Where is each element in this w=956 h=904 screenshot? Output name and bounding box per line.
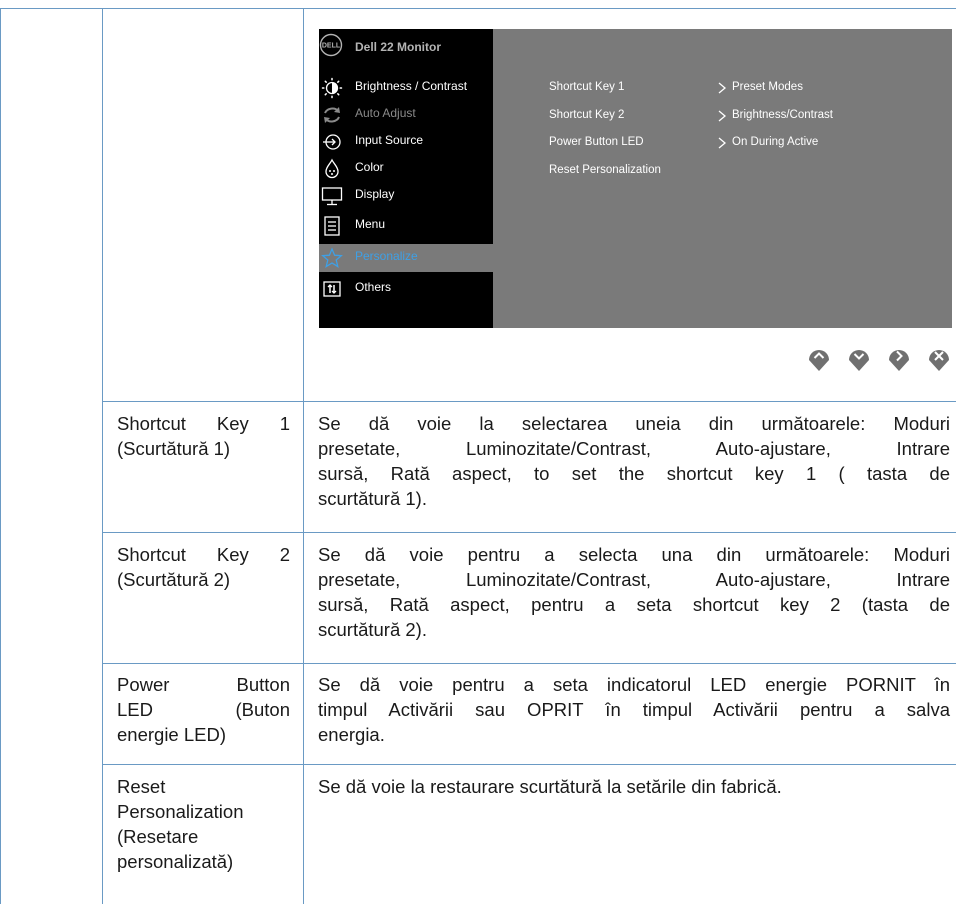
submenu-reset-personalization[interactable]: Reset Personalization [549,164,661,176]
up-icon[interactable] [806,344,832,372]
input-source-icon [323,134,341,150]
menu-item-label: Personalize [355,249,418,263]
desc-line: sursă, Rată aspect, pentru a seta shortc… [318,594,950,615]
menu-item-label: Input Source [355,133,424,147]
menu-item-label: Menu [355,217,386,231]
label-line: Shortcut Key 1 [117,413,290,434]
desc-line: Se dă voie la selectarea uneia din următ… [318,413,950,434]
label-line: energie LED) [117,724,227,745]
svg-text:DELL: DELL [322,43,341,50]
row-divider-1 [102,401,956,402]
submenu-shortcut-key-1[interactable]: Shortcut Key 1 [549,81,624,93]
close-icon[interactable] [926,344,952,372]
menu-item-input-source[interactable]: Input Source [319,128,493,155]
menu-item-label: Auto Adjust [355,106,416,120]
desc-line: presetate, Luminozitate/Contrast, Auto-a… [318,438,950,459]
row-label-power-button-led: Power Button LED (Buton energie LED) [117,672,290,747]
submenu-power-button-led[interactable]: Power Button LED [549,136,644,148]
menu-item-brightness-contrast[interactable]: Brightness / Contrast [319,74,493,101]
menu-item-label: Brightness / Contrast [355,79,468,93]
desc-line: presetate, Luminozitate/Contrast, Auto-a… [318,569,950,590]
label-line: (Scurtătură 2) [117,569,231,590]
shortcut-key-1-value: Preset Modes [732,81,803,93]
menu-item-label: Others [355,280,392,294]
label-line: Shortcut Key 2 [117,544,290,565]
label-line: Personalization [117,801,244,822]
menu-item-label: Display [355,187,395,201]
dell-logo: DELL [319,33,343,57]
row-divider-2 [102,532,956,533]
desc-line: scurtătură 1). [318,488,427,509]
menu-item-display[interactable]: Display [319,182,493,209]
desc-line: scurtătură 2). [318,619,427,640]
menu-item-menu[interactable]: Menu [319,212,493,239]
chevron-right-icon [718,110,727,122]
menu-item-color[interactable]: Color [319,155,493,182]
menu-icon [324,216,340,236]
label-line: (Resetare [117,826,199,847]
auto-adjust-icon [324,107,340,123]
column-divider-2 [303,8,304,904]
desc-line: Se dă voie pentru a seta indicatorul LED… [318,674,950,695]
row-desc-reset-personalization: Se dă voie la restaurare scurtătură la s… [318,774,950,799]
display-icon [321,187,343,206]
row-desc-shortcut-key-1: Se dă voie la selectarea uneia din următ… [318,411,950,511]
star-icon [321,247,343,268]
menu-item-auto-adjust[interactable]: Auto Adjust [319,101,493,128]
osd-main-menu: DELL Dell 22 Monitor Brightness / Contra… [319,29,493,328]
menu-item-label: Color [355,160,384,174]
table-left-border [0,8,1,904]
menu-item-personalize[interactable]: Personalize [319,244,493,272]
chevron-right-icon [718,82,727,94]
row-label-reset-personalization: Reset Personalization (Resetare personal… [117,774,290,874]
desc-line: energia. [318,724,385,745]
menu-item-others[interactable]: Others [319,275,493,302]
color-icon [325,158,339,179]
chevron-right-icon [718,137,727,149]
row-desc-power-button-led: Se dă voie pentru a seta indicatorul LED… [318,672,950,747]
right-icon[interactable] [886,344,912,372]
brightness-icon [321,77,343,99]
column-divider-1 [102,8,103,904]
label-line: Power Button [117,674,290,695]
row-divider-3 [102,663,956,664]
row-label-shortcut-key-1: Shortcut Key 1 (Scurtătură 1) [117,411,290,461]
down-icon[interactable] [846,344,872,372]
table-top-border [0,8,956,9]
label-line: personalizată) [117,851,234,872]
desc-line: Se dă voie pentru a selecta una din urmă… [318,544,950,565]
submenu-shortcut-key-2[interactable]: Shortcut Key 2 [549,109,624,121]
row-desc-shortcut-key-2: Se dă voie pentru a selecta una din urmă… [318,542,950,642]
shortcut-key-2-value: Brightness/Contrast [732,109,833,121]
label-line: LED (Buton [117,699,290,720]
desc-line: sursă, Rată aspect, to set the shortcut … [318,463,950,484]
desc-line: Se dă voie la restaurare scurtătură la s… [318,776,782,797]
label-line: (Scurtătură 1) [117,438,231,459]
others-icon [323,281,341,297]
power-button-led-value: On During Active [732,136,819,148]
osd-title: Dell 22 Monitor [355,40,442,54]
osd-screenshot: DELL Dell 22 Monitor Brightness / Contra… [319,29,952,328]
row-label-shortcut-key-2: Shortcut Key 2 (Scurtătură 2) [117,542,290,592]
desc-line: timpul Activării sau OPRIT în timpul Act… [318,699,950,720]
row-divider-4 [102,764,956,765]
label-line: Reset [117,776,166,797]
